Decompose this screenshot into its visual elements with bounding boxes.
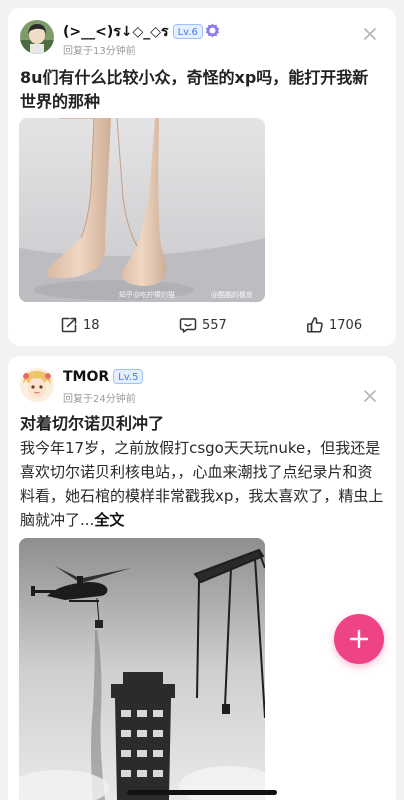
verified-badge-icon [205,23,220,38]
share-icon [61,317,77,333]
home-indicator[interactable] [127,790,277,795]
read-more-link[interactable]: 全文 [94,511,124,529]
share-count: 18 [83,317,100,333]
post-image[interactable] [19,538,265,800]
post-body[interactable]: 我今年17岁，之前放假打csgo天天玩nuke，但我还是喜欢切尔诺贝利核电站，，… [20,436,386,532]
like-count: 1706 [329,317,363,333]
comment-button[interactable]: 557 [179,314,227,336]
post-feed: (>__<)ร↓◇_◇ร Lv.6 回复于13分钟前 8u们有什么比较小众，奇怪的… [0,0,404,800]
avatar[interactable] [20,368,54,402]
post-time: 回复于24分钟前 [63,394,136,405]
close-icon[interactable] [362,26,378,42]
like-icon [307,317,323,333]
username-text[interactable]: TMOR [63,369,109,385]
close-icon[interactable] [362,388,378,404]
post-title[interactable]: 对着切尔诺贝利冲了 [20,412,384,436]
share-button[interactable]: 18 [60,314,100,336]
username-text[interactable]: (>__<)ร↓◇_◇ร [63,24,169,40]
post-image[interactable]: 知乎@吃柠檬的猫 @酷酷的橡皮 [19,118,265,302]
level-badge: Lv.5 [113,369,144,384]
avatar[interactable] [20,20,54,54]
post-body-text: 我今年17岁，之前放假打csgo天天玩nuke，但我还是喜欢切尔诺贝利核电站，，… [20,439,384,529]
level-badge: Lv.6 [172,24,203,39]
image-watermark: 知乎@吃柠檬的猫 [119,291,175,299]
username[interactable]: (>__<)ร↓◇_◇ร Lv.6 [63,21,220,43]
username[interactable]: TMOR Lv.5 [63,369,144,385]
post-card[interactable]: TMOR Lv.5 回复于24分钟前 对着切尔诺贝利冲了 我今年17岁，之前放假打… [8,356,396,800]
post-card[interactable]: (>__<)ร↓◇_◇ร Lv.6 回复于13分钟前 8u们有什么比较小众，奇怪的… [8,8,396,346]
post-header: TMOR Lv.5 回复于24分钟前 [20,368,384,408]
comment-count: 557 [202,317,227,333]
image-watermark: @酷酷的橡皮 [211,291,253,299]
comment-icon [179,318,197,333]
create-post-button[interactable] [334,614,384,664]
plus-icon [349,629,369,649]
post-time: 回复于13分钟前 [63,46,136,57]
post-actions: 18 557 1706 [8,314,396,336]
post-header: (>__<)ร↓◇_◇ร Lv.6 回复于13分钟前 [20,20,384,60]
like-button[interactable]: 1706 [306,314,362,336]
post-title[interactable]: 8u们有什么比较小众，奇怪的xp吗，能打开我新世界的那种 [20,66,384,114]
